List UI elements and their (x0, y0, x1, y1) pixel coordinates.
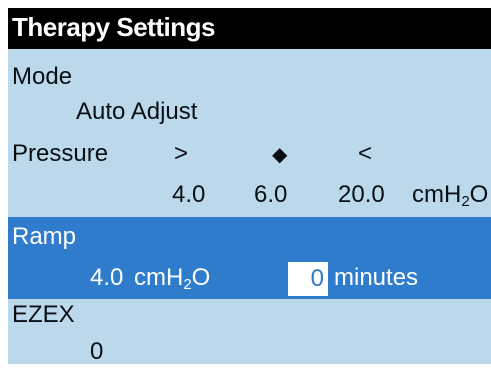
set-pressure-value: 6.0 (254, 181, 288, 208)
mode-value: Auto Adjust (76, 98, 198, 125)
pressure-unit: cmH2O (412, 181, 488, 210)
screen-title: Therapy Settings (12, 12, 215, 42)
ramp-minutes-input[interactable]: 0 (288, 262, 328, 296)
ramp-minutes-label: minutes (334, 264, 419, 291)
set-pressure-indicator: ◆ (272, 144, 288, 166)
pressure-label: Pressure (12, 140, 109, 167)
title-bar: Therapy Settings (8, 8, 491, 49)
pressure-unit-end: O (469, 181, 489, 208)
max-pressure-indicator: < (358, 140, 373, 167)
therapy-settings-screen: Therapy Settings Mode Auto Adjust Pressu… (8, 8, 491, 364)
ramp-pressure-value: 4.0 (90, 264, 124, 291)
ramp-unit-main: cmH (134, 264, 184, 291)
min-pressure-value: 4.0 (172, 181, 206, 208)
min-pressure-indicator: > (174, 140, 189, 167)
mode-label: Mode (12, 63, 73, 90)
ezex-value: 0 (90, 338, 104, 364)
ramp-unit-subscript: 2 (183, 276, 192, 293)
ramp-pressure-unit: cmH2O (134, 264, 210, 293)
ramp-setting-selected[interactable]: Ramp 4.0 cmH2O 0 minutes (8, 217, 491, 299)
ramp-label: Ramp (12, 223, 77, 250)
ramp-minutes-value: 0 (310, 265, 324, 292)
pressure-unit-subscript: 2 (461, 193, 470, 210)
ramp-unit-end: O (191, 264, 211, 291)
pressure-unit-main: cmH (412, 181, 462, 208)
max-pressure-value: 20.0 (338, 181, 385, 208)
ezex-label: EZEX (12, 301, 75, 328)
